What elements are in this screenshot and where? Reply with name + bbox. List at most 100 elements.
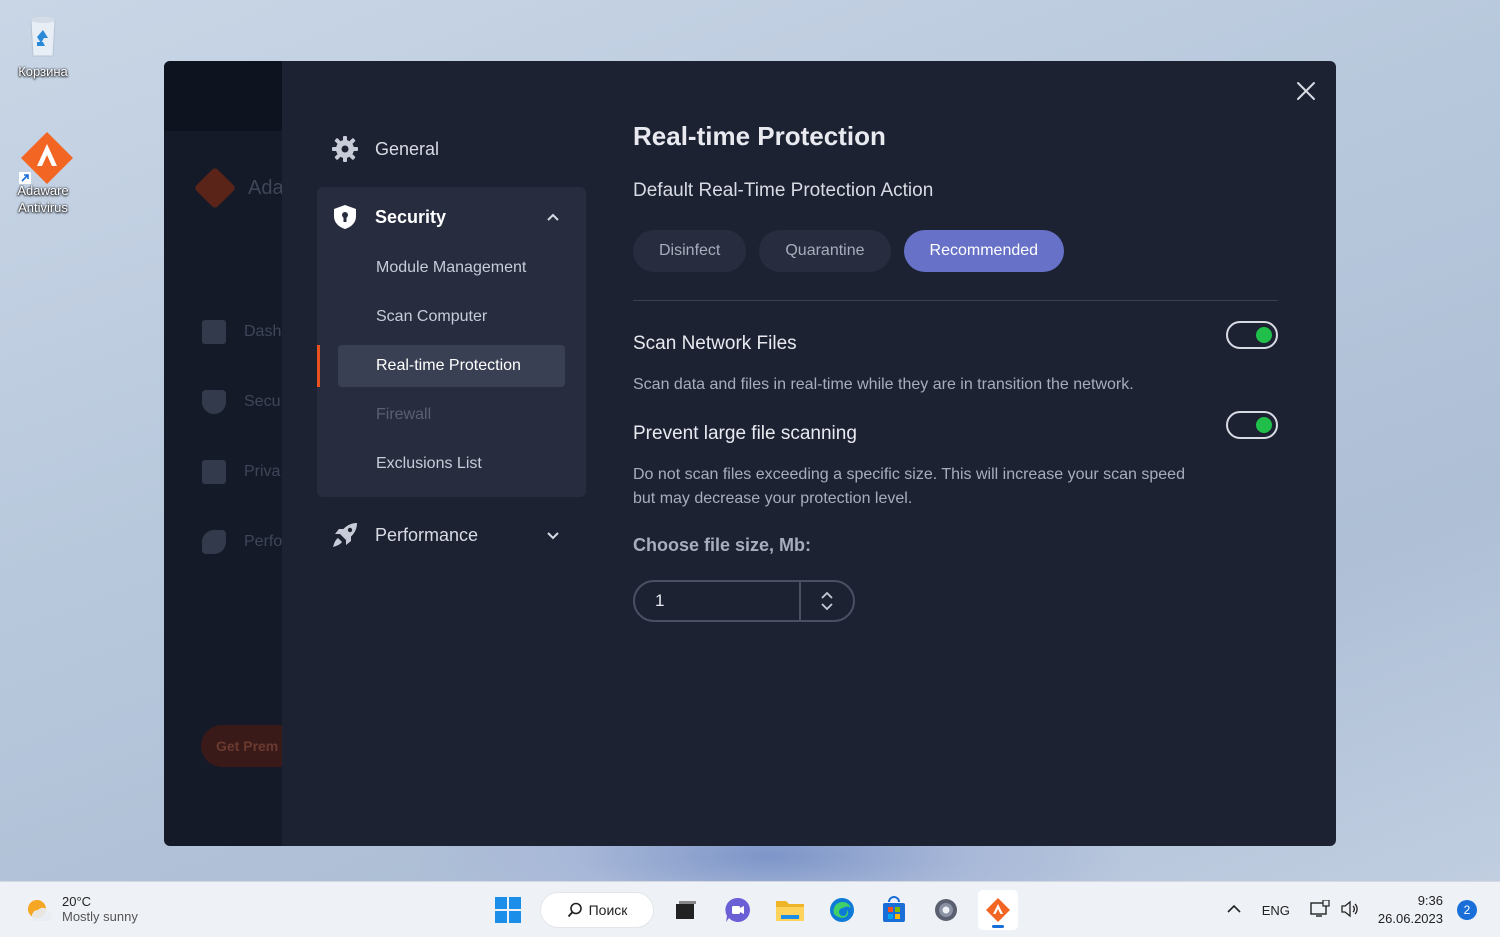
taskbar-store[interactable] bbox=[874, 890, 914, 930]
action-quarantine-button[interactable]: Quarantine bbox=[759, 230, 891, 272]
tray-overflow-button[interactable] bbox=[1226, 903, 1242, 918]
volume-icon bbox=[1341, 900, 1358, 917]
rocket-icon bbox=[333, 523, 357, 547]
nav-performance-label: Performance bbox=[375, 524, 479, 545]
file-size-input[interactable]: 1 bbox=[635, 591, 801, 611]
nav-performance[interactable]: Performance bbox=[317, 507, 586, 563]
action-recommended-button[interactable]: Recommended bbox=[903, 230, 1065, 272]
search-label: Поиск bbox=[588, 902, 628, 918]
nav-general-label: General bbox=[375, 138, 440, 159]
sub-item-label: Exclusions List bbox=[376, 455, 482, 472]
nav-security-label: Security bbox=[375, 206, 447, 227]
scan-network-files-toggle[interactable] bbox=[1226, 321, 1278, 349]
language-indicator[interactable]: ENG bbox=[1262, 903, 1290, 918]
taskbar: 20°C Mostly sunny Поиск ENG 9:36 26.06.2… bbox=[0, 881, 1500, 937]
chevron-down-icon bbox=[547, 532, 559, 540]
nav-module-management[interactable]: Module Management bbox=[338, 247, 565, 289]
sub-item-label: Module Management bbox=[376, 259, 527, 276]
close-button[interactable] bbox=[1294, 79, 1318, 103]
volume-button[interactable] bbox=[1340, 900, 1360, 921]
shield-icon bbox=[334, 205, 356, 229]
background-nav-performance: Perfo bbox=[202, 530, 282, 554]
taskbar-adaware[interactable] bbox=[978, 890, 1018, 930]
store-icon bbox=[883, 896, 905, 922]
nav-security[interactable]: Security bbox=[317, 187, 586, 247]
stepper-down-icon[interactable] bbox=[821, 602, 833, 611]
background-app-window: Ada Dash Secu Priva Perfo Get Prem bbox=[164, 61, 294, 846]
divider bbox=[633, 300, 1278, 301]
taskbar-file-explorer[interactable] bbox=[770, 890, 810, 930]
security-panel: Security Module Management Scan Computer… bbox=[317, 187, 586, 497]
network-icon bbox=[1310, 898, 1330, 917]
option-description: Do not scan files exceeding a specific s… bbox=[633, 466, 1185, 507]
nav-scan-computer[interactable]: Scan Computer bbox=[338, 296, 565, 338]
settings-gear-icon bbox=[935, 899, 957, 921]
background-nav-dashboard: Dash bbox=[202, 320, 281, 344]
start-button[interactable] bbox=[488, 890, 528, 930]
option-description: Scan data and files in real-time while t… bbox=[633, 376, 1134, 393]
file-size-stepper[interactable]: 1 bbox=[633, 580, 855, 622]
shield-icon bbox=[202, 390, 226, 414]
desktop-icon-label: Корзина bbox=[18, 64, 68, 79]
chat-icon bbox=[725, 897, 750, 922]
edge-browser-icon bbox=[830, 898, 854, 922]
taskbar-apps: Поиск bbox=[488, 888, 1018, 932]
recycle-bin-icon bbox=[19, 12, 67, 60]
nav-exclusions-list[interactable]: Exclusions List bbox=[338, 443, 565, 485]
stepper-arrows[interactable] bbox=[799, 582, 853, 620]
weather-widget[interactable]: 20°C Mostly sunny bbox=[24, 894, 138, 924]
option-title: Prevent large file scanning bbox=[633, 423, 857, 444]
rocket-icon bbox=[202, 530, 226, 554]
weather-description: Mostly sunny bbox=[62, 909, 138, 924]
adaware-logo-icon bbox=[986, 898, 1010, 922]
background-nav-security: Secu bbox=[202, 390, 280, 414]
desktop-icon-recycle-bin[interactable]: Корзина bbox=[5, 12, 81, 79]
sub-item-label: Scan Computer bbox=[376, 308, 488, 325]
settings-modal: General Security Module Management Scan … bbox=[282, 61, 1336, 846]
option-prevent-large-file-scanning: Prevent large file scanning Do not scan … bbox=[633, 411, 1278, 511]
option-title: Scan Network Files bbox=[633, 333, 797, 354]
action-segmented-control: Disinfect Quarantine Recommended bbox=[633, 230, 1278, 272]
action-disinfect-button[interactable]: Disinfect bbox=[633, 230, 747, 272]
background-nav-privacy: Priva bbox=[202, 460, 280, 484]
weather-temperature: 20°C bbox=[62, 894, 92, 909]
notification-badge[interactable]: 2 bbox=[1457, 900, 1477, 920]
prevent-large-file-toggle[interactable] bbox=[1226, 411, 1278, 439]
search-icon bbox=[567, 902, 582, 918]
network-button[interactable] bbox=[1310, 898, 1330, 921]
gear-icon bbox=[332, 136, 358, 162]
taskbar-task-view[interactable] bbox=[666, 890, 706, 930]
chevron-up-icon bbox=[1227, 904, 1241, 913]
option-scan-network-files: Scan Network Files Scan data and files i… bbox=[633, 321, 1278, 397]
system-tray: ENG 9:36 26.06.2023 2 bbox=[1226, 882, 1500, 937]
taskbar-search[interactable]: Поиск bbox=[540, 892, 654, 928]
sub-item-label: Real-time Protection bbox=[376, 357, 521, 374]
taskbar-settings[interactable] bbox=[926, 890, 966, 930]
settings-nav: General Security Module Management Scan … bbox=[317, 121, 586, 563]
nav-general[interactable]: General bbox=[317, 121, 586, 177]
taskbar-teams[interactable] bbox=[718, 890, 758, 930]
sub-item-label: Firewall bbox=[376, 406, 432, 423]
nav-firewall: Firewall bbox=[338, 394, 565, 436]
clock-time: 9:36 bbox=[1417, 893, 1443, 908]
dashboard-icon bbox=[202, 320, 226, 344]
chevron-up-icon bbox=[547, 213, 559, 221]
adaware-logo-icon bbox=[193, 166, 237, 210]
taskbar-edge[interactable] bbox=[822, 890, 862, 930]
desktop-icon-adaware[interactable]: Adaware Antivirus bbox=[5, 130, 81, 216]
file-size-label: Choose file size, Mb: bbox=[633, 535, 812, 555]
toggle-knob bbox=[1256, 327, 1272, 343]
action-heading: Default Real-Time Protection Action bbox=[633, 180, 934, 201]
desktop-icon-label: Adaware Antivirus bbox=[17, 183, 69, 215]
clock[interactable]: 9:36 26.06.2023 bbox=[1378, 892, 1443, 928]
nav-realtime-protection[interactable]: Real-time Protection bbox=[317, 345, 565, 387]
background-app-brand: Ada bbox=[193, 166, 284, 210]
page-title: Real-time Protection bbox=[633, 121, 886, 151]
stepper-up-icon[interactable] bbox=[821, 591, 833, 600]
lock-icon bbox=[202, 460, 226, 484]
close-icon bbox=[1297, 82, 1315, 100]
background-premium-button: Get Prem bbox=[201, 725, 294, 767]
sun-icon bbox=[28, 900, 52, 921]
background-app-titlebar bbox=[164, 61, 294, 131]
settings-content: Real-time Protection Default Real-Time P… bbox=[633, 121, 1278, 622]
